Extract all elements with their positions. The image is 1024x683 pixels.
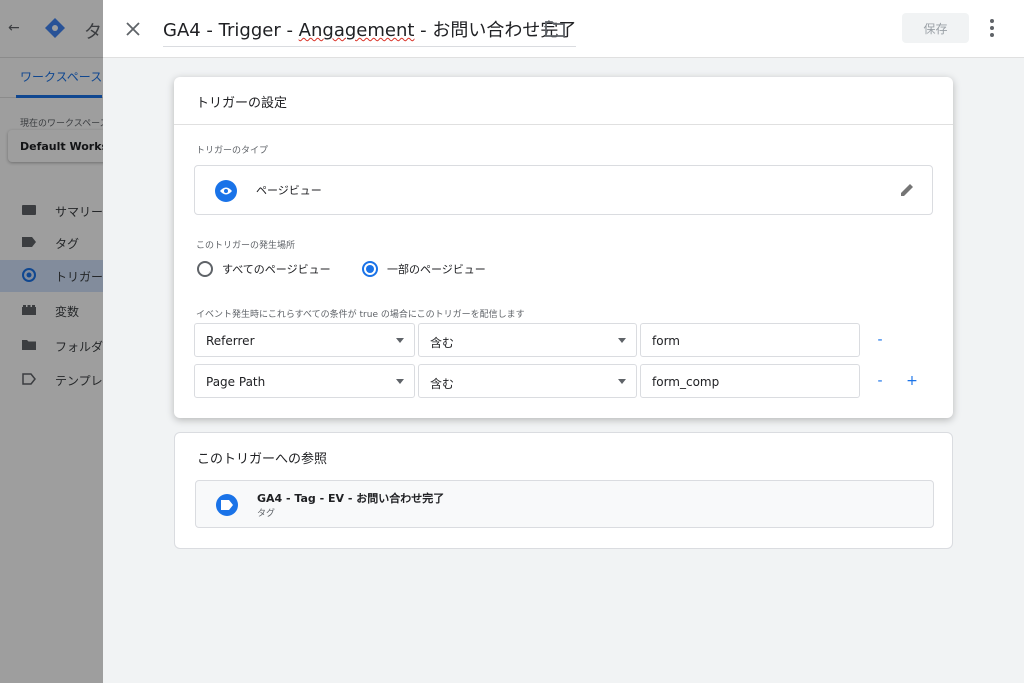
close-icon — [126, 22, 140, 36]
card-header: トリガーの設定 — [174, 77, 953, 125]
chevron-down-icon — [396, 379, 404, 384]
save-button[interactable]: 保存 — [902, 13, 969, 43]
condition-variable-select[interactable]: Referrer — [194, 323, 415, 357]
pencil-icon[interactable] — [898, 181, 916, 199]
pageview-icon — [215, 180, 237, 202]
reference-type: タグ — [257, 509, 276, 519]
chevron-down-icon — [618, 338, 626, 343]
folder-icon[interactable] — [544, 19, 566, 39]
reference-item[interactable]: GA4 - Tag - EV - お問い合わせ完了 タグ — [195, 480, 934, 528]
radio-all-pageviews[interactable]: すべてのページビュー — [197, 261, 331, 277]
condition-operator-select[interactable]: 含む — [418, 323, 637, 357]
trigger-config-card: トリガーの設定 トリガーのタイプ ページビュー このトリガーの発生場所 すべての… — [174, 77, 953, 418]
remove-condition-button[interactable]: - — [871, 372, 889, 390]
tag-icon — [216, 494, 238, 516]
panel-header: GA4 - Trigger - Angagement - お問い合わせ完了 保存 — [103, 0, 1024, 58]
radio-some-pageviews[interactable]: 一部のページビュー — [362, 261, 486, 277]
condition-operator-select[interactable]: 含む — [418, 364, 637, 398]
condition-variable-select[interactable]: Page Path — [194, 364, 415, 398]
close-button[interactable] — [121, 17, 145, 41]
remove-condition-button[interactable]: - — [871, 331, 889, 349]
trigger-type-selector[interactable]: ページビュー — [194, 165, 933, 215]
fires-on-label: このトリガーの発生場所 — [196, 241, 296, 251]
trigger-name-input[interactable]: GA4 - Trigger - Angagement - お問い合わせ完了 — [163, 16, 577, 47]
radio-button[interactable] — [197, 261, 213, 277]
chevron-down-icon — [618, 379, 626, 384]
trigger-type-label: トリガーのタイプ — [196, 146, 269, 156]
card-title: トリガーの設定 — [196, 96, 288, 111]
more-options-icon[interactable] — [985, 16, 999, 40]
trigger-editor-panel: GA4 - Trigger - Angagement - お問い合わせ完了 保存… — [103, 0, 1024, 683]
radio-button-selected[interactable] — [362, 261, 378, 277]
condition-value-input[interactable]: form — [640, 323, 860, 357]
trigger-type-name: ページビュー — [256, 184, 322, 197]
chevron-down-icon — [396, 338, 404, 343]
add-condition-button[interactable]: + — [903, 372, 921, 390]
trigger-references-card: このトリガーへの参照 GA4 - Tag - EV - お問い合わせ完了 タグ — [174, 432, 953, 549]
reference-name: GA4 - Tag - EV - お問い合わせ完了 — [257, 492, 445, 505]
condition-value-input[interactable]: form_comp — [640, 364, 860, 398]
conditions-label: イベント発生時にこれらすべての条件が true の場合にこのトリガーを配信します — [196, 310, 525, 320]
references-title: このトリガーへの参照 — [197, 452, 328, 467]
